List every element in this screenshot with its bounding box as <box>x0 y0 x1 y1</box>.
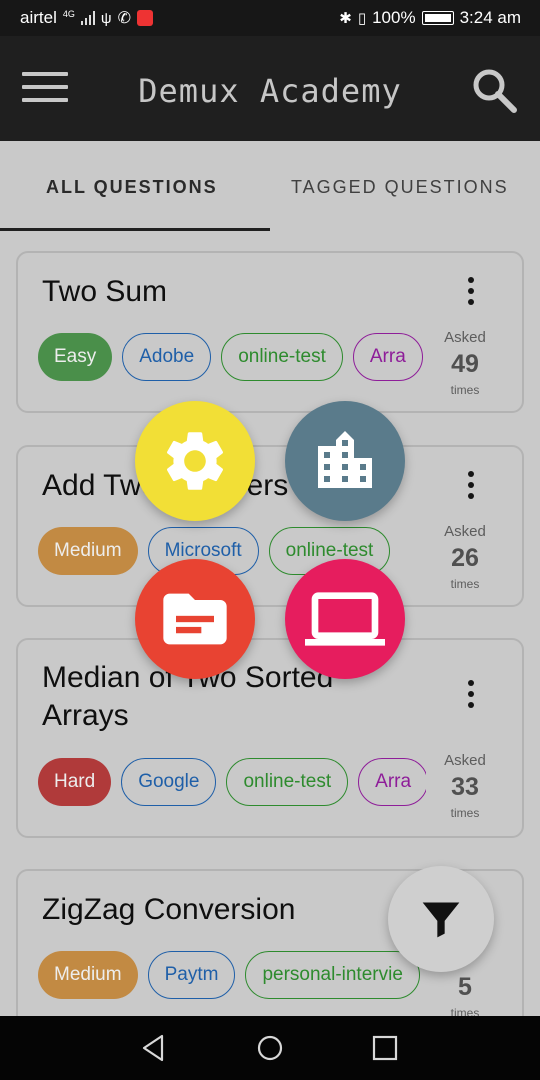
difficulty-tag[interactable]: Hard <box>38 758 112 806</box>
topic-tag[interactable]: Arra <box>352 333 423 381</box>
asked-times-label: times <box>450 383 480 397</box>
gear-icon <box>166 432 224 490</box>
home-icon[interactable] <box>254 1032 286 1064</box>
category-tag[interactable]: online-test <box>226 758 349 806</box>
tab-indicator <box>0 228 270 231</box>
filter-fab[interactable] <box>388 866 494 972</box>
company-icon <box>318 431 372 488</box>
usb-icon: ψ <box>100 9 112 27</box>
filter-icon <box>422 902 460 938</box>
difficulty-tag[interactable]: Medium <box>38 527 138 575</box>
category-tag[interactable]: personal-intervie <box>245 951 420 999</box>
network-label: 4G <box>62 9 75 19</box>
more-options-icon[interactable] <box>465 680 477 714</box>
tab-bar: ALL QUESTIONS TAGGED QUESTIONS <box>0 141 540 231</box>
question-card[interactable]: Median of Two Sorted Arrays Hard Google … <box>16 638 524 838</box>
more-options-icon[interactable] <box>465 471 477 505</box>
asked-count: 33 <box>451 773 479 801</box>
question-title: ZigZag Conversion <box>42 893 296 926</box>
vibrate-icon: ▯ <box>357 10 367 27</box>
more-options-icon[interactable] <box>465 277 477 311</box>
clock: 3:24 am <box>459 8 521 27</box>
carrier-label: airtel <box>20 8 57 27</box>
bluetooth-icon: ✱ <box>339 10 352 27</box>
question-card[interactable]: Add Two Numbers Medium Microsoft online-… <box>16 445 524 607</box>
asked-times-label: times <box>450 577 480 591</box>
app-notification-icon <box>136 10 153 26</box>
topics-fab[interactable] <box>135 559 255 679</box>
battery-percent: 100% <box>372 8 416 27</box>
question-title-line-2: Arrays <box>42 699 129 732</box>
tab-tagged-questions[interactable]: TAGGED QUESTIONS <box>291 177 509 198</box>
asked-count: 5 <box>458 973 472 1001</box>
laptop-icon <box>305 592 385 646</box>
tag-list: Medium Paytm personal-intervie <box>38 951 426 1005</box>
category-tag[interactable]: online-test <box>221 333 343 381</box>
asked-counter: Asked 26 times <box>436 523 494 591</box>
settings-fab[interactable] <box>135 401 255 521</box>
search-icon[interactable] <box>470 66 520 116</box>
asked-label: Asked <box>444 329 486 346</box>
tag-list: Easy Adobe online-test Arra <box>38 333 426 387</box>
signal-icon <box>80 11 95 25</box>
topic-tag[interactable]: Arra <box>358 758 426 806</box>
tab-all-questions[interactable]: ALL QUESTIONS <box>46 177 218 198</box>
asked-counter: 5 times <box>436 969 494 1020</box>
navigation-bar <box>0 1016 540 1080</box>
recents-icon[interactable] <box>369 1032 401 1064</box>
folder-icon <box>163 593 227 645</box>
online-test-fab[interactable] <box>285 559 405 679</box>
difficulty-tag[interactable]: Medium <box>38 951 138 999</box>
asked-label: Asked <box>444 752 486 769</box>
asked-counter: Asked 33 times <box>436 752 494 820</box>
back-icon[interactable] <box>138 1032 170 1064</box>
battery-icon <box>421 11 454 25</box>
question-card[interactable]: Two Sum Easy Adobe online-test Arra Aske… <box>16 251 524 413</box>
asked-counter: Asked 49 times <box>436 329 494 397</box>
asked-count: 26 <box>451 544 479 572</box>
app-bar: Demux Academy <box>0 36 540 141</box>
status-bar: airtel 4G ψ ✆ ✱ ▯ 100% 3:24 am <box>0 0 540 36</box>
whatsapp-icon: ✆ <box>117 10 131 27</box>
company-fab[interactable] <box>285 401 405 521</box>
asked-label: Asked <box>444 523 486 540</box>
difficulty-tag[interactable]: Easy <box>38 333 113 381</box>
asked-times-label: times <box>450 806 480 820</box>
company-tag[interactable]: Paytm <box>147 951 236 999</box>
company-tag[interactable]: Adobe <box>122 333 212 381</box>
tag-list: Hard Google online-test Arra <box>38 758 426 812</box>
asked-count: 49 <box>451 350 479 378</box>
question-title: Two Sum <box>42 275 168 308</box>
app-title: Demux Academy <box>138 72 402 110</box>
company-tag[interactable]: Google <box>121 758 217 806</box>
